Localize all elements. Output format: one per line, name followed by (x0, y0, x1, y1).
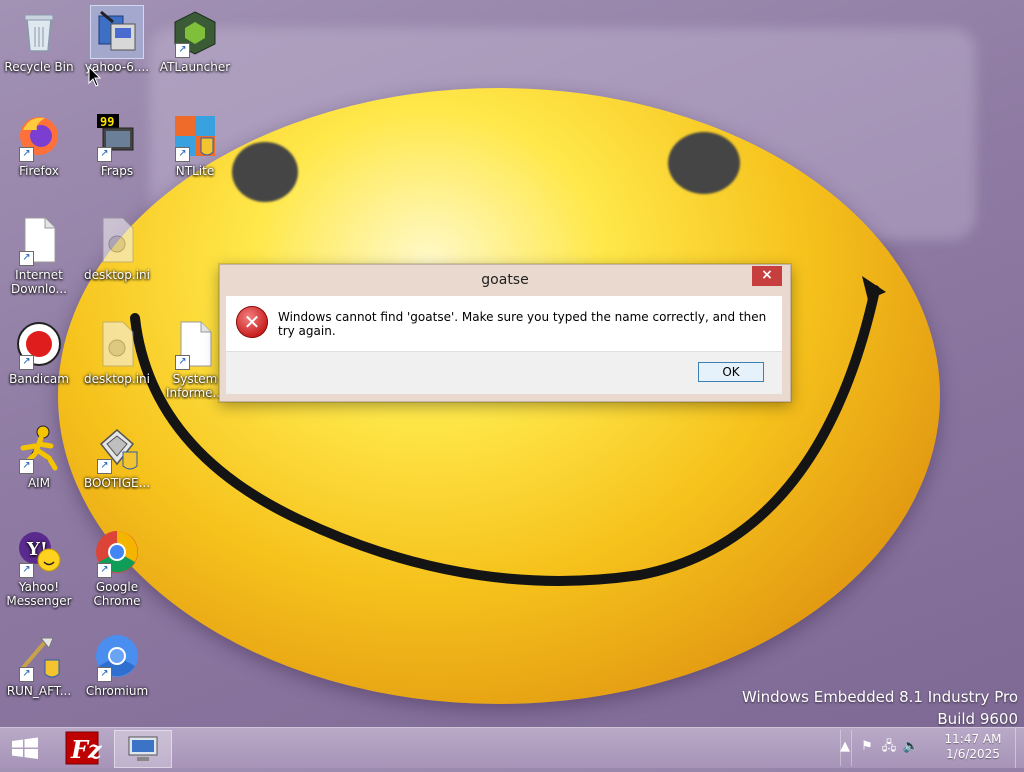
desktop-icon-aim[interactable]: ↗ AIM (0, 422, 78, 490)
start-button[interactable] (0, 728, 50, 768)
message-row: ✕ Windows cannot find 'goatse'. Make sur… (226, 296, 782, 352)
desktop-icon-chromium[interactable]: ↗ Chromium (78, 630, 156, 698)
desktop-icon-label: RUN_AFT... (6, 684, 72, 698)
flag-icon[interactable]: ⚑ (858, 738, 876, 756)
desktop-icon-label: Chromium (85, 684, 149, 698)
desktop-icon-label: BOOTIGE... (83, 476, 151, 490)
shortcut-arrow-icon: ↗ (97, 667, 112, 682)
shortcut-arrow-icon: ↗ (97, 147, 112, 162)
shortcut-arrow-icon: ↗ (97, 459, 112, 474)
shortcut-arrow-icon: ↗ (19, 459, 34, 474)
desktop-icon-bandicam[interactable]: ↗ Bandicam (0, 318, 78, 386)
taskbar: Fz ▲ ⚑ 🖧 🔈 11:47 AM 1/6/2025 (0, 727, 1024, 768)
desktop-icon-label: Internet Downlo... (11, 268, 67, 296)
desktop-icon-label: Recycle Bin (4, 60, 74, 74)
installer-icon (98, 10, 136, 51)
desktop-icon-label: desktop.ini (84, 372, 150, 386)
taskbar-item-remote-desktop[interactable] (114, 730, 172, 768)
dialog-button-row: OK (226, 351, 782, 394)
shortcut-arrow-icon: ↗ (19, 355, 34, 370)
volume-icon[interactable]: 🔈 (902, 738, 920, 756)
windows-logo-icon (12, 737, 38, 759)
dialog-title: goatse (481, 272, 529, 288)
desktop-icon-label: Google Chrome (93, 580, 141, 608)
filezilla-icon: Fz (65, 731, 103, 765)
mouse-cursor-icon (88, 66, 102, 87)
network-icon[interactable]: 🖧 (880, 738, 898, 756)
desktop-icon-label: NTLite (175, 164, 215, 178)
dialog-body: ✕ Windows cannot find 'goatse'. Make sur… (226, 296, 782, 394)
shortcut-arrow-icon: ↗ (19, 251, 34, 266)
ini-file-icon (102, 321, 134, 367)
desktop-icon-label: Yahoo! Messenger (6, 580, 72, 608)
desktop-icon-label: ATLauncher (159, 60, 231, 74)
desktop-icon-label: Firefox (19, 164, 59, 178)
desktop-icon-fraps[interactable]: 99 ↗ Fraps (78, 110, 156, 178)
shortcut-arrow-icon: ↗ (97, 563, 112, 578)
recycle-bin-icon (24, 14, 54, 52)
shortcut-arrow-icon: ↗ (175, 147, 190, 162)
desktop-icon-internet-download[interactable]: ↗ Internet Downlo... (0, 214, 78, 296)
desktop-icon-yahoo-messenger[interactable]: Y! ↗ Yahoo! Messenger (0, 526, 78, 608)
shortcut-arrow-icon: ↗ (175, 43, 190, 58)
chevron-up-icon[interactable]: ▲ (836, 738, 854, 756)
desktop-icon-label: AIM (27, 476, 51, 490)
desktop-icon-google-chrome[interactable]: ↗ Google Chrome (78, 526, 156, 608)
desktop-icon-label: Fraps (100, 164, 134, 178)
desktop-icon-label: Bandicam (9, 372, 69, 386)
desktop-icon-recycle-bin[interactable]: Recycle Bin (0, 6, 78, 74)
desktop-icon-ntlite[interactable]: ↗ NTLite (156, 110, 234, 178)
desktop-icon-bootice[interactable]: ↗ BOOTIGE... (78, 422, 156, 490)
desktop-icon-desktop-ini-1[interactable]: desktop.ini (78, 214, 156, 282)
watermark-edition: Windows Embedded 8.1 Industry Pro (741, 688, 1018, 706)
shortcut-arrow-icon: ↗ (175, 355, 190, 370)
shortcut-arrow-icon: ↗ (19, 563, 34, 578)
desktop-icon-desktop-ini-2[interactable]: desktop.ini (78, 318, 156, 386)
shortcut-arrow-icon: ↗ (19, 667, 34, 682)
svg-text:99: 99 (100, 115, 114, 129)
error-icon: ✕ (236, 306, 268, 338)
shortcut-arrow-icon: ↗ (19, 147, 34, 162)
taskbar-item-filezilla[interactable]: Fz (54, 730, 110, 766)
desktop-icon-yahoo-installer[interactable]: yahoo-6.... (78, 5, 156, 74)
show-desktop-button[interactable] (1015, 728, 1024, 768)
windows-watermark: Windows Embedded 8.1 Industry Pro Build … (742, 686, 1018, 730)
clock-time: 11:47 AM (944, 732, 1002, 746)
desktop-icon-run-after[interactable]: ↗ RUN_AFT... (0, 630, 78, 698)
close-button[interactable]: × (752, 266, 782, 286)
ok-button[interactable]: OK (698, 362, 764, 382)
svg-text:Fz: Fz (70, 735, 103, 764)
desktop-icon-label: desktop.ini (84, 268, 150, 282)
ini-file-icon (102, 217, 134, 263)
clock[interactable]: 11:47 AM 1/6/2025 (942, 732, 1004, 762)
error-dialog: goatse × ✕ Windows cannot find 'goatse'.… (219, 264, 791, 402)
remote-desktop-icon (128, 736, 158, 761)
desktop-icon-atlauncher[interactable]: ↗ ATLauncher (156, 6, 234, 74)
clock-date: 1/6/2025 (946, 747, 1000, 761)
desktop-icon-firefox[interactable]: ↗ Firefox (0, 110, 78, 178)
error-message: Windows cannot find 'goatse'. Make sure … (278, 310, 767, 338)
